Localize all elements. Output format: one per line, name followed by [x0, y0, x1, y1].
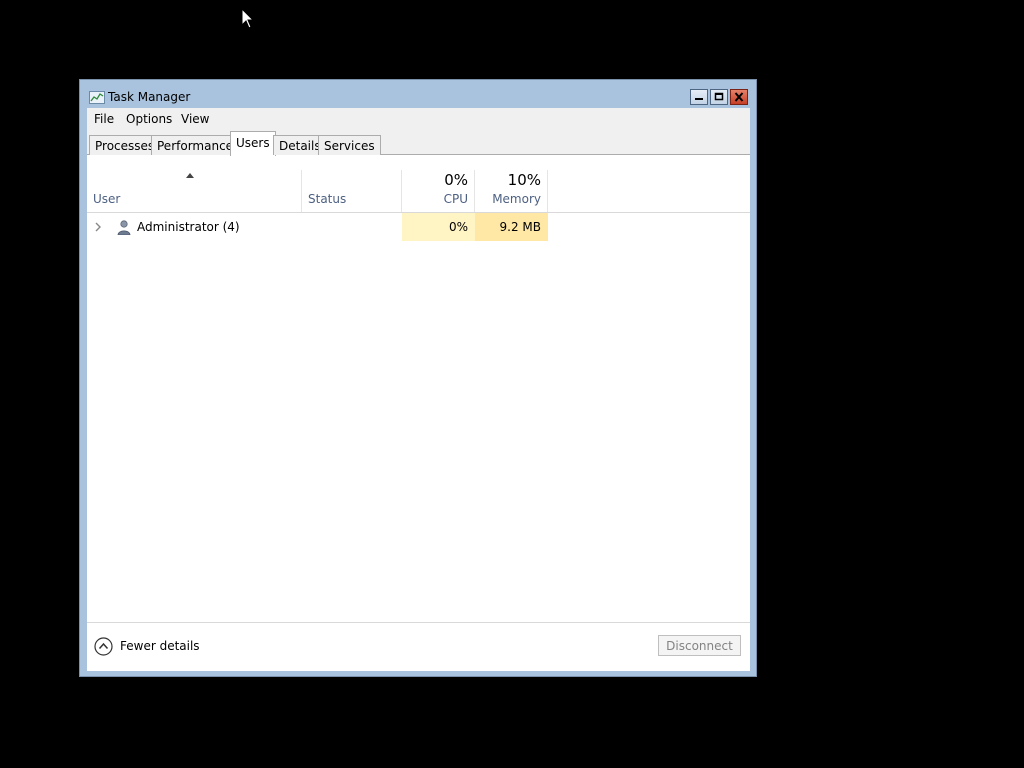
collapse-circle-icon[interactable]	[94, 637, 113, 656]
title-bar[interactable]: Task Manager	[80, 80, 756, 108]
cpu-column-label: CPU	[443, 192, 468, 206]
tab-services[interactable]: Services	[318, 135, 381, 155]
column-divider[interactable]	[301, 170, 302, 212]
column-memory[interactable]: 10% Memory	[475, 170, 541, 212]
user-name: Administrator (4)	[137, 220, 240, 234]
column-status[interactable]: Status	[308, 192, 346, 206]
column-header: User Status 0% CPU 10% Memory	[87, 155, 750, 213]
memory-value: 9.2 MB	[499, 220, 541, 234]
footer-bar: Fewer details Disconnect	[87, 622, 750, 671]
cpu-value: 0%	[448, 220, 468, 234]
tab-performance[interactable]: Performance	[151, 135, 240, 155]
maximize-icon	[714, 92, 724, 101]
menu-options[interactable]: Options	[126, 112, 172, 126]
window-title: Task Manager	[108, 90, 191, 104]
close-button[interactable]	[730, 89, 748, 105]
task-manager-window: Task Manager File Options View Processes	[79, 79, 757, 677]
sort-ascending-icon[interactable]	[186, 173, 194, 178]
column-cpu[interactable]: 0% CPU	[402, 170, 468, 212]
tab-processes[interactable]: Processes	[89, 135, 161, 155]
mouse-pointer-icon	[241, 8, 255, 29]
user-icon	[117, 220, 131, 235]
menu-view[interactable]: View	[181, 112, 209, 126]
cpu-total-percent: 0%	[444, 171, 468, 189]
tab-users[interactable]: Users	[230, 131, 276, 156]
menu-file[interactable]: File	[94, 112, 114, 126]
cpu-cell: 0%	[402, 213, 475, 241]
minimize-icon	[695, 98, 703, 100]
memory-total-percent: 10%	[507, 171, 541, 189]
column-user[interactable]: User	[93, 192, 120, 206]
task-manager-icon	[89, 91, 105, 104]
menu-bar: File Options View	[87, 108, 750, 131]
expand-chevron-icon[interactable]	[95, 222, 102, 232]
memory-column-label: Memory	[492, 192, 541, 206]
table-row[interactable]: Administrator (4) 0% 9.2 MB	[87, 213, 750, 241]
memory-cell: 9.2 MB	[475, 213, 548, 241]
close-icon	[734, 92, 744, 102]
client-area: File Options View Processes Performance …	[87, 108, 750, 671]
tab-strip: Processes Performance Users Details Serv…	[87, 131, 750, 156]
column-divider[interactable]	[547, 170, 548, 212]
maximize-button[interactable]	[710, 89, 728, 105]
disconnect-button[interactable]: Disconnect	[658, 635, 741, 656]
fewer-details-link[interactable]: Fewer details	[120, 639, 200, 653]
minimize-button[interactable]	[690, 89, 708, 105]
